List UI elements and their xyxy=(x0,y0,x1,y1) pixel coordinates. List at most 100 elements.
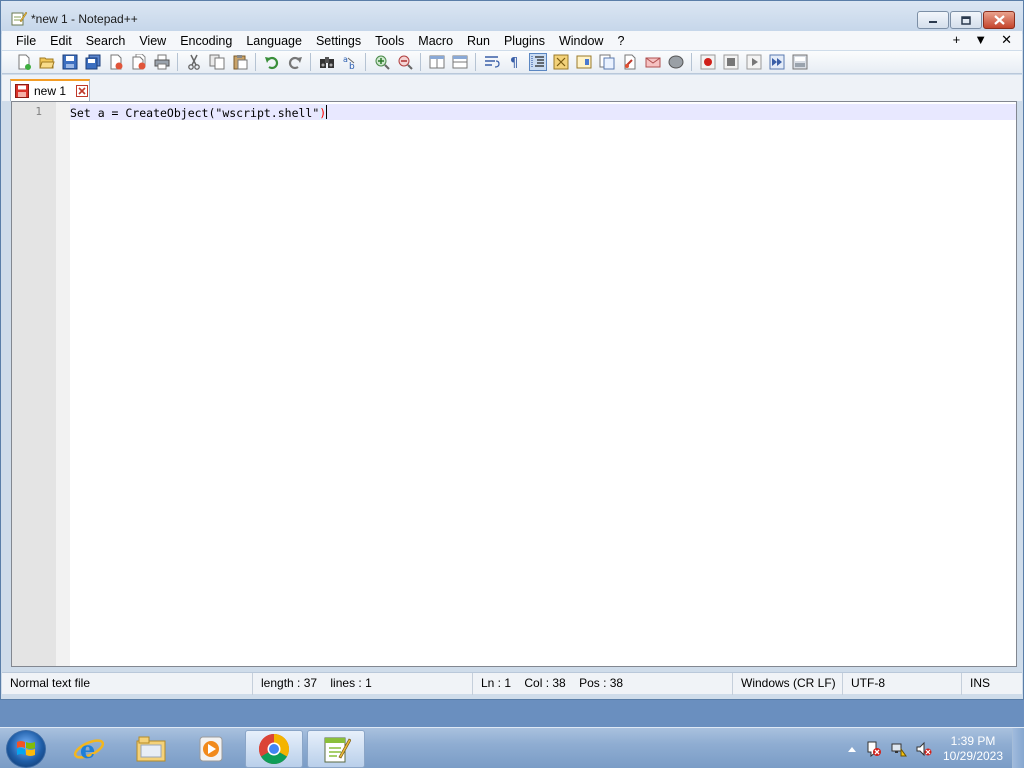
add-tab-button[interactable]: + xyxy=(953,32,961,48)
menu-window[interactable]: Window xyxy=(552,34,610,48)
notepadpp-app-icon[interactable] xyxy=(11,10,27,26)
show-hidden-icons-icon[interactable] xyxy=(844,741,860,757)
menu-bar: File Edit Search View Encoding Language … xyxy=(2,31,1022,50)
sync-vertical-icon[interactable] xyxy=(428,53,446,71)
text-caret xyxy=(326,105,328,119)
status-mode[interactable]: INS xyxy=(962,673,1022,695)
taskbar-chrome[interactable] xyxy=(245,730,303,768)
minimize-icon xyxy=(929,21,937,23)
taskbar-file-explorer[interactable] xyxy=(122,730,180,768)
save-icon[interactable] xyxy=(61,53,79,71)
menu-search[interactable]: Search xyxy=(79,34,133,48)
print-icon[interactable] xyxy=(153,53,171,71)
play-macro-icon[interactable] xyxy=(745,53,763,71)
line-number: 1 xyxy=(35,105,42,118)
taskbar-media-player[interactable] xyxy=(182,730,240,768)
start-button[interactable] xyxy=(6,730,46,768)
menu-macro[interactable]: Macro xyxy=(411,34,460,48)
doc-map-icon[interactable] xyxy=(575,53,593,71)
menu-help[interactable]: ? xyxy=(610,34,631,48)
zoom-out-icon[interactable] xyxy=(396,53,414,71)
maximize-button[interactable] xyxy=(950,11,982,29)
notepadpp-window: *new 1 - Notepad++ File Edit Search View… xyxy=(0,0,1024,700)
zoom-in-icon[interactable] xyxy=(373,53,391,71)
taskbar-notepadpp[interactable] xyxy=(307,730,365,768)
menu-language[interactable]: Language xyxy=(239,34,309,48)
close-window-button[interactable] xyxy=(983,11,1015,29)
code-line[interactable]: Set a = CreateObject("wscript.shell") xyxy=(70,105,328,120)
toolbar-separator xyxy=(691,53,692,71)
replace-icon[interactable]: ab xyxy=(341,53,359,71)
menu-tools[interactable]: Tools xyxy=(368,34,411,48)
tab-close-icon[interactable] xyxy=(76,85,89,97)
svg-text:e: e xyxy=(80,735,95,764)
save-macro-icon[interactable] xyxy=(791,53,809,71)
network-icon[interactable] xyxy=(891,741,907,757)
toolbar-separator xyxy=(310,53,311,71)
minimize-button[interactable] xyxy=(917,11,949,29)
menu-file[interactable]: File xyxy=(2,34,43,48)
save-all-icon[interactable] xyxy=(84,53,102,71)
stop-recording-icon[interactable] xyxy=(722,53,740,71)
monitoring-icon[interactable] xyxy=(644,53,662,71)
run-macro-multiple-icon[interactable] xyxy=(768,53,786,71)
status-encoding[interactable]: UTF-8 xyxy=(843,673,962,695)
status-position: Ln : 1 Col : 38 Pos : 38 xyxy=(473,673,733,695)
toolbar-separator xyxy=(255,53,256,71)
windows-logo-icon xyxy=(17,741,35,756)
folder-as-workspace-icon[interactable] xyxy=(621,53,639,71)
volume-muted-icon[interactable] xyxy=(916,741,932,757)
tab-bar: new 1 xyxy=(2,75,1022,101)
close-all-icon[interactable] xyxy=(130,53,148,71)
menu-plugins[interactable]: Plugins xyxy=(497,34,552,48)
menu-encoding[interactable]: Encoding xyxy=(173,34,239,48)
clock-date: 10/29/2023 xyxy=(942,749,1004,763)
menu-view[interactable]: View xyxy=(132,34,173,48)
find-icon[interactable] xyxy=(318,53,336,71)
sync-horizontal-icon[interactable] xyxy=(451,53,469,71)
system-clock[interactable]: 1:39 PM 10/29/2023 xyxy=(942,734,1004,764)
taskbar-internet-explorer[interactable]: e xyxy=(60,730,118,768)
encoding-text: UTF-8 xyxy=(851,676,885,690)
indent-guide-icon[interactable] xyxy=(528,53,547,71)
toolbar-separator xyxy=(475,53,476,71)
code-string: "wscript.shell" xyxy=(215,106,320,120)
fold-margin[interactable] xyxy=(56,102,70,666)
svg-text:b: b xyxy=(349,62,355,70)
title-bar[interactable]: *new 1 - Notepad++ xyxy=(1,1,1023,34)
copy-icon[interactable] xyxy=(208,53,226,71)
show-all-chars-icon[interactable]: ¶ xyxy=(506,53,524,71)
tab-list-button[interactable]: ▼ xyxy=(974,32,987,48)
ln-text: Ln : 1 xyxy=(481,676,512,690)
lines-text: lines : 1 xyxy=(330,676,372,690)
record-macro-icon[interactable] xyxy=(699,53,717,71)
undo-icon[interactable] xyxy=(263,53,281,71)
toolbar-separator xyxy=(420,53,421,71)
redo-icon[interactable] xyxy=(286,53,304,71)
menu-run[interactable]: Run xyxy=(460,34,497,48)
doc-switcher-icon[interactable] xyxy=(667,53,685,71)
status-file-type: Normal text file xyxy=(2,673,253,695)
unsaved-file-icon xyxy=(15,84,29,98)
show-desktop-button[interactable] xyxy=(1012,728,1024,768)
toolbar-separator xyxy=(177,53,178,71)
open-file-icon[interactable] xyxy=(38,53,56,71)
word-wrap-icon[interactable] xyxy=(483,53,501,71)
function-list-icon[interactable] xyxy=(598,53,616,71)
close-doc-button[interactable]: ✕ xyxy=(1001,32,1012,48)
tab-new-1[interactable]: new 1 xyxy=(10,79,90,101)
eol-text: Windows (CR LF) xyxy=(741,676,836,690)
status-eol[interactable]: Windows (CR LF) xyxy=(733,673,843,695)
paste-icon[interactable] xyxy=(231,53,249,71)
menu-edit[interactable]: Edit xyxy=(43,34,79,48)
close-icon[interactable] xyxy=(107,53,125,71)
menu-settings[interactable]: Settings xyxy=(309,34,368,48)
pos-text: Pos : 38 xyxy=(579,676,624,690)
action-center-icon[interactable] xyxy=(866,741,882,757)
text-editor[interactable]: 1 Set a = CreateObject("wscript.shell") xyxy=(11,101,1017,667)
cut-icon[interactable] xyxy=(185,53,203,71)
new-file-icon[interactable] xyxy=(15,53,33,71)
user-defined-lang-icon[interactable] xyxy=(552,53,570,71)
file-type-text: Normal text file xyxy=(10,676,91,690)
internet-explorer-icon: e xyxy=(73,735,105,764)
